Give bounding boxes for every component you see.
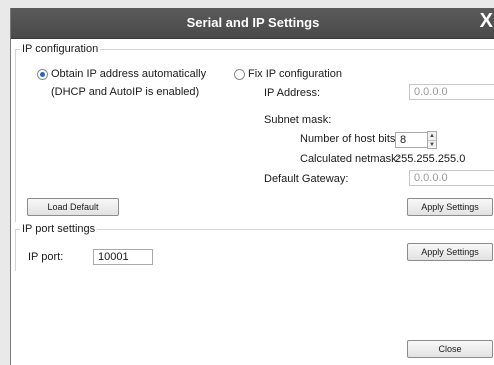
- host-bits-label: Number of host bits:: [300, 133, 399, 145]
- host-bits-spinner[interactable]: ▲ ▼: [427, 131, 437, 149]
- gateway-field[interactable]: [409, 170, 494, 186]
- serial-ip-settings-dialog: Serial and IP Settings X IP configuratio…: [10, 8, 494, 365]
- close-button[interactable]: Close: [407, 340, 493, 358]
- apply-ip-config-button[interactable]: Apply Settings: [407, 198, 493, 216]
- fix-ip-radio[interactable]: [234, 69, 245, 80]
- netmask-label: Calculated netmask:: [300, 153, 400, 165]
- port-settings-legend: IP port settings: [20, 223, 98, 235]
- load-default-button[interactable]: Load Default: [27, 198, 119, 216]
- port-settings-left-line: [15, 229, 16, 271]
- gateway-label: Default Gateway:: [264, 173, 349, 185]
- spin-up-icon[interactable]: ▲: [428, 132, 436, 140]
- close-icon[interactable]: X: [480, 11, 493, 31]
- apply-port-settings-button[interactable]: Apply Settings: [407, 243, 493, 261]
- ip-config-left-line: [15, 49, 16, 222]
- spin-down-icon[interactable]: ▼: [428, 140, 436, 149]
- subnet-mask-label: Subnet mask:: [264, 114, 332, 126]
- fix-ip-label[interactable]: Fix IP configuration: [248, 68, 342, 80]
- netmask-value: 255.255.255.0: [395, 153, 466, 165]
- dialog-title: Serial and IP Settings: [186, 15, 320, 30]
- ip-config-legend: IP configuration: [20, 43, 101, 55]
- ip-port-label: IP port:: [28, 251, 64, 263]
- title-bar: Serial and IP Settings X: [11, 8, 494, 39]
- auto-ip-label[interactable]: Obtain IP address automatically: [51, 68, 206, 80]
- host-bits-stepper[interactable]: [395, 132, 428, 148]
- ip-address-label: IP Address:: [264, 87, 321, 99]
- auto-ip-radio[interactable]: [37, 69, 48, 80]
- auto-ip-note: (DHCP and AutoIP is enabled): [51, 86, 200, 98]
- ip-port-field[interactable]: [93, 249, 153, 265]
- ip-address-field[interactable]: [409, 84, 494, 100]
